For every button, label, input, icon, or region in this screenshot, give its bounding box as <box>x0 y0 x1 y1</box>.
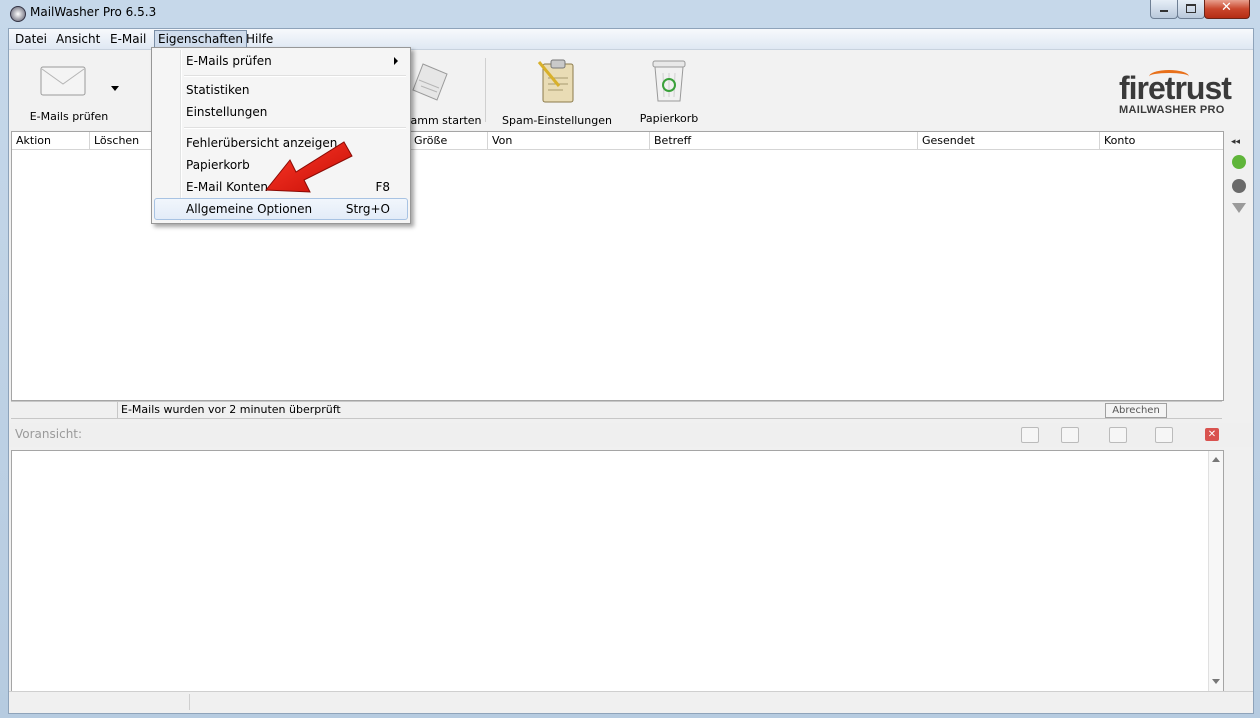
window-title: MailWasher Pro 6.5.3 <box>30 5 157 19</box>
preview-label: Voransicht: <box>15 427 83 441</box>
preview-reply-icon[interactable] <box>1061 427 1079 443</box>
column-von[interactable]: Von <box>488 132 650 149</box>
menu-ansicht[interactable]: Ansicht <box>53 31 103 47</box>
column-aktion[interactable]: Aktion <box>12 132 90 149</box>
minimize-button[interactable] <box>1150 0 1178 19</box>
menu-item-label: Statistiken <box>186 83 250 97</box>
blacklist-icon[interactable] <box>1232 179 1246 193</box>
preview-scrollbar[interactable] <box>1208 451 1223 691</box>
minimize-icon <box>1160 10 1168 12</box>
submenu-arrow-icon <box>394 57 398 65</box>
menu-item-statistics[interactable]: Statistiken <box>154 79 408 101</box>
close-button[interactable]: ✕ <box>1204 0 1250 19</box>
app-icon <box>10 6 26 22</box>
toolbar-separator <box>485 58 486 122</box>
menu-item-settings[interactable]: Einstellungen <box>154 101 408 123</box>
collapse-icon[interactable]: ◂◂ <box>1231 137 1240 147</box>
menu-item-label: Papierkorb <box>186 158 250 172</box>
menu-item-general-options[interactable]: Allgemeine Optionen Strg+O <box>154 198 408 220</box>
preview-toolbar: Voransicht: ✕ <box>9 423 1253 447</box>
preview-page-icon[interactable] <box>1021 427 1039 443</box>
maximize-button[interactable] <box>1177 0 1205 19</box>
menu-item-label: Allgemeine Optionen <box>186 202 313 216</box>
close-icon: ✕ <box>1221 0 1232 15</box>
firetrust-logo: firetrust MAILWASHER PRO <box>1117 70 1247 120</box>
trash-label: Papierkorb <box>639 112 699 125</box>
recycle-bin-icon <box>652 60 686 102</box>
bottom-status-bar <box>9 691 1253 712</box>
brand-product: MAILWASHER PRO <box>1119 104 1225 116</box>
column-groesse[interactable]: Größe <box>410 132 488 149</box>
filter-icon[interactable] <box>1232 203 1246 213</box>
list-status-bar: E-Mails wurden vor 2 minuten überprüft A… <box>11 401 1222 419</box>
column-konto[interactable]: Konto <box>1100 132 1223 149</box>
menu-separator <box>184 127 406 129</box>
check-mail-dropdown-arrow-icon[interactable] <box>111 86 119 91</box>
cancel-button[interactable]: Abrechen <box>1105 403 1167 418</box>
scroll-up-icon[interactable] <box>1212 457 1220 462</box>
preview-forward-icon[interactable] <box>1109 427 1127 443</box>
trash-button[interactable]: Papierkorb <box>629 54 709 126</box>
spam-settings-label: Spam-Einstellungen <box>502 114 612 127</box>
status-divider <box>117 402 118 418</box>
menu-item-label: E-Mail Konten <box>186 180 269 194</box>
brand-name: firetrust <box>1119 70 1232 106</box>
menu-email[interactable]: E-Mail <box>107 31 149 47</box>
envelope-icon <box>40 66 86 96</box>
column-betreff[interactable]: Betreff <box>650 132 918 149</box>
menu-hilfe[interactable]: Hilfe <box>243 31 276 47</box>
menu-datei[interactable]: Datei <box>12 31 50 47</box>
red-arrow-annotation <box>264 141 353 193</box>
scroll-down-icon[interactable] <box>1212 679 1220 684</box>
check-mail-label: E-Mails prüfen <box>29 110 109 123</box>
start-program-label: gramm starten <box>399 114 482 127</box>
menu-item-shortcut: F8 <box>375 180 390 194</box>
check-mail-button[interactable]: E-Mails prüfen <box>19 54 119 124</box>
side-toolbar: ◂◂ <box>1227 131 1249 251</box>
menu-eigenschaften[interactable]: Eigenschaften <box>154 30 248 48</box>
menu-item-label: Einstellungen <box>186 105 268 119</box>
menu-item-check-mail[interactable]: E-Mails prüfen <box>154 50 408 72</box>
title-bar: MailWasher Pro 6.5.3 ✕ <box>0 0 1260 26</box>
status-divider-bottom <box>189 694 190 710</box>
menu-item-label: E-Mails prüfen <box>186 54 272 68</box>
column-gesendet[interactable]: Gesendet <box>918 132 1100 149</box>
preview-attach-icon[interactable] <box>1155 427 1173 443</box>
menu-separator <box>184 75 406 77</box>
preview-close-icon[interactable]: ✕ <box>1205 428 1219 441</box>
mail-program-icon <box>412 63 448 101</box>
menu-item-shortcut: Strg+O <box>345 202 390 216</box>
maximize-icon <box>1186 4 1196 13</box>
spam-settings-button[interactable]: Spam-Einstellungen <box>501 54 613 127</box>
friends-icon[interactable] <box>1232 155 1246 169</box>
preview-pane[interactable] <box>11 450 1224 692</box>
status-text: E-Mails wurden vor 2 minuten überprüft <box>121 403 341 416</box>
clipboard-icon <box>537 59 574 103</box>
start-program-button[interactable]: gramm starten <box>399 54 483 127</box>
